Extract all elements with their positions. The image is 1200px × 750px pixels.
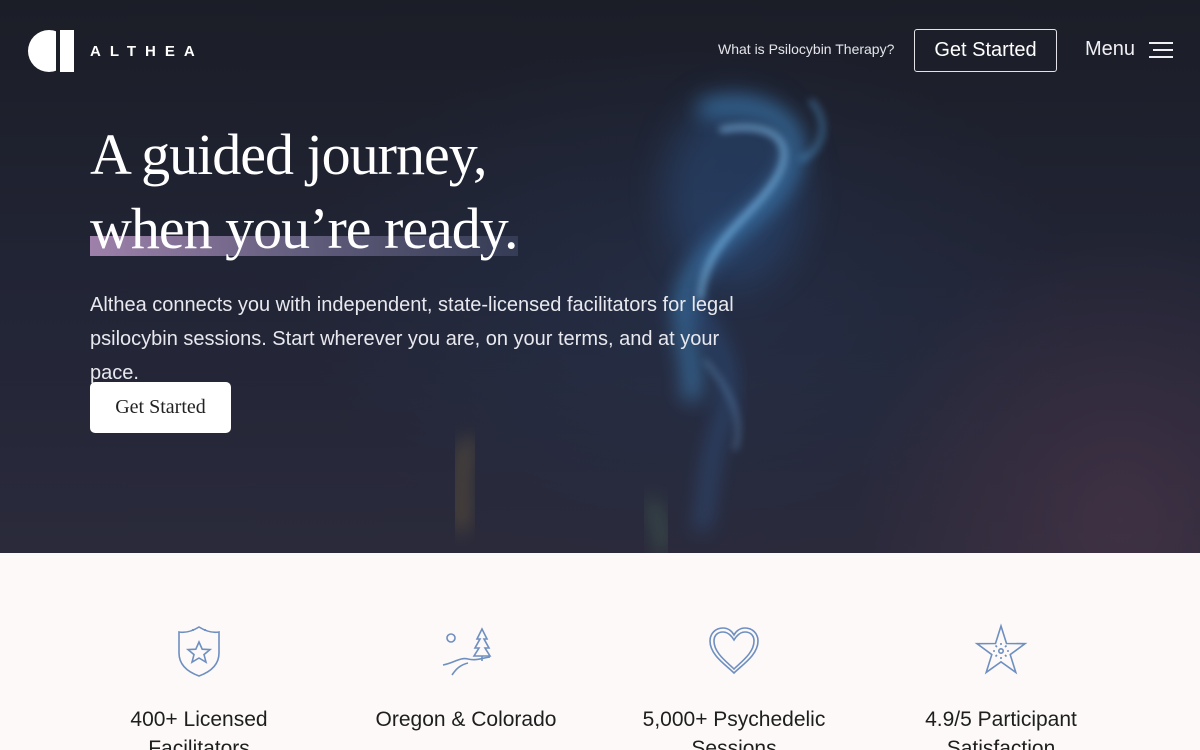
headline-line-2-text: when you’re ready. — [90, 196, 519, 261]
heart-icon — [709, 627, 759, 675]
menu-label: Menu — [1085, 38, 1136, 60]
hero-headline: A guided journey, when you’re ready. — [90, 118, 519, 266]
stats-section: 400+ Licensed Facilitators Oregon & Colo… — [0, 553, 1200, 750]
headline-line-1: A guided journey, — [90, 122, 487, 187]
hamburger-icon — [1149, 41, 1174, 58]
shield-star-icon — [178, 626, 220, 677]
logo[interactable]: ALTHEA — [28, 30, 204, 72]
hero-get-started-button[interactable]: Get Started — [90, 382, 231, 433]
hero-subcopy: Althea connects you with independent, st… — [90, 294, 734, 384]
stat-item: 400+ Licensed Facilitators — [79, 623, 319, 750]
stat-label: 400+ Licensed Facilitators — [130, 708, 268, 750]
stat-label: 4.9/5 Participant Satisfaction — [925, 708, 1077, 750]
stat-item: Oregon & Colorado — [346, 623, 586, 734]
stat-item: 4.9/5 Participant Satisfaction — [881, 623, 1121, 750]
psilocybin-therapy-link[interactable]: What is Psilocybin Therapy? — [718, 41, 894, 57]
hero-section: ALTHEA What is Psilocybin Therapy? Get S… — [0, 0, 1200, 553]
headline-line-2: when you’re ready. — [90, 192, 519, 266]
path-tree-icon — [442, 627, 492, 676]
smoke-artwork — [455, 95, 826, 553]
menu-button[interactable]: Menu — [1085, 38, 1174, 61]
stat-label: Oregon & Colorado — [375, 708, 557, 731]
brand-wordmark: ALTHEA — [90, 42, 204, 60]
logo-mark-icon — [28, 30, 74, 72]
nav-get-started-button[interactable]: Get Started — [914, 29, 1057, 72]
star-icon — [974, 623, 1028, 675]
stat-label: 5,000+ Psychedelic Sessions — [642, 708, 826, 750]
stat-item: 5,000+ Psychedelic Sessions — [614, 623, 854, 750]
